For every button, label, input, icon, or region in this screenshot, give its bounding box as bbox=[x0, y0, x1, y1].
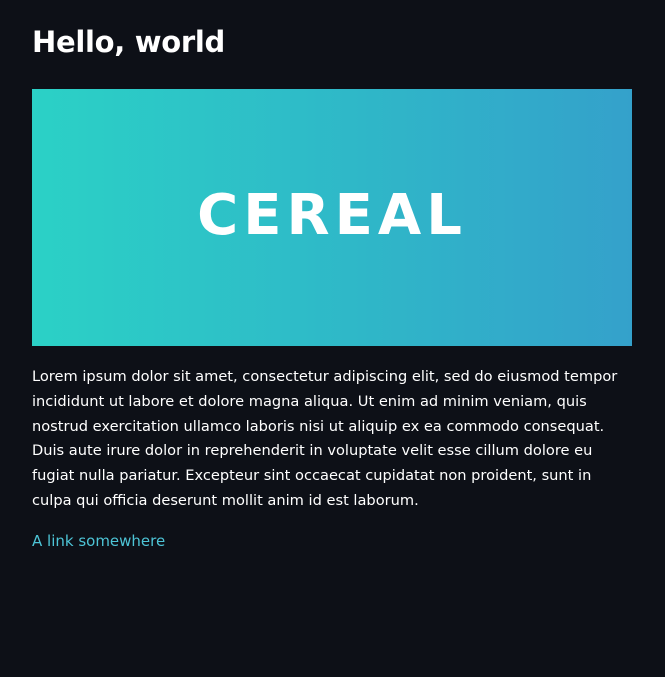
page-title: Hello, world bbox=[32, 25, 225, 59]
banner-logo-text: CEREAL bbox=[197, 182, 467, 248]
somewhere-link[interactable]: A link somewhere bbox=[32, 530, 165, 552]
page-container: Hello, world CEREAL Lorem ipsum dolor si… bbox=[0, 0, 665, 677]
cereal-banner-image: CEREAL bbox=[32, 89, 632, 346]
body-paragraph: Lorem ipsum dolor sit amet, consectetur … bbox=[32, 368, 618, 509]
